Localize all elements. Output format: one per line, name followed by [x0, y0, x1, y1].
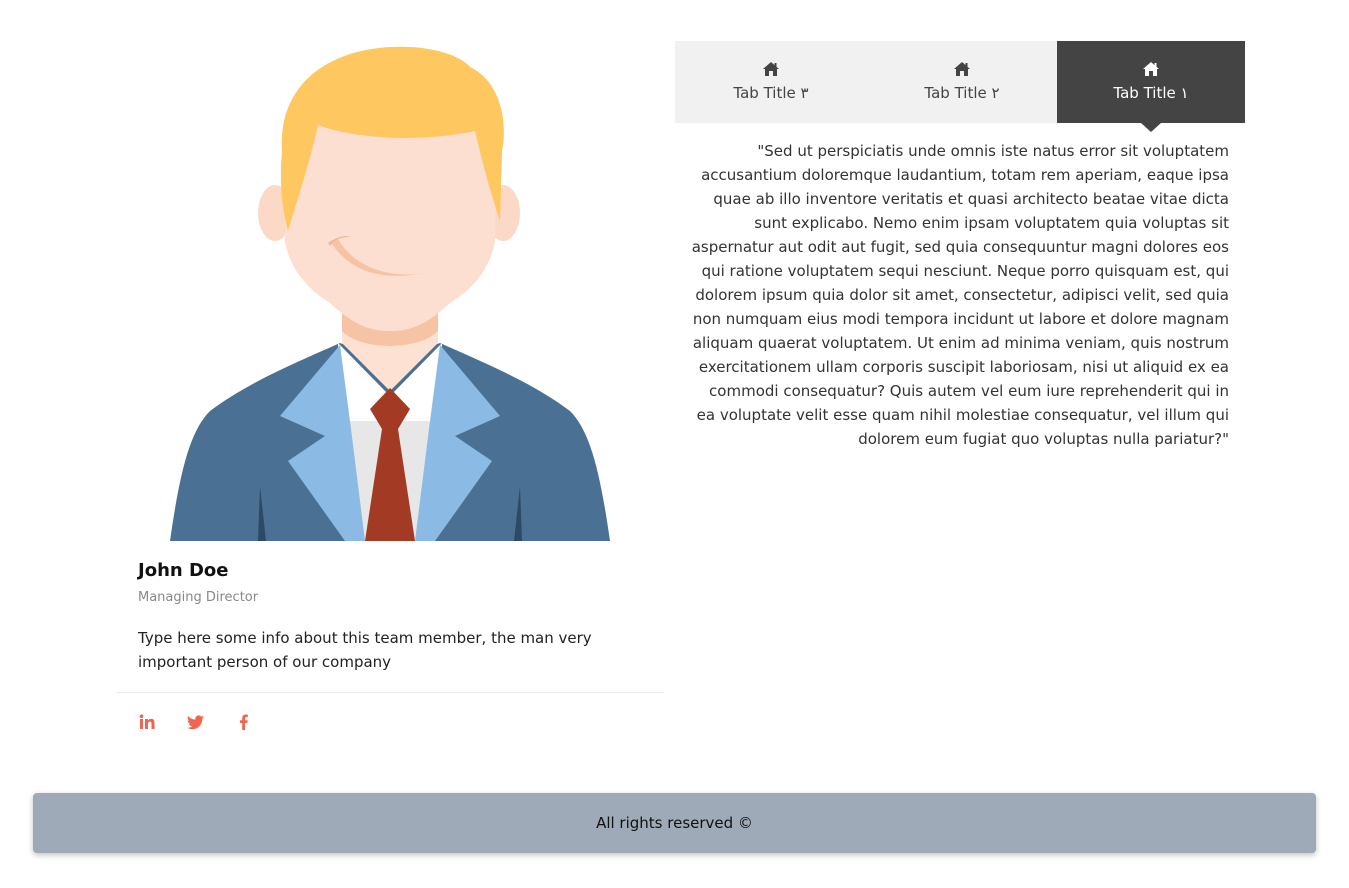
card-divider — [116, 692, 664, 693]
footer: All rights reserved © — [33, 793, 1316, 853]
tab-content: "Sed ut perspiciatis unde omnis iste nat… — [691, 142, 1229, 448]
businessman-avatar-icon — [170, 46, 610, 541]
twitter-icon[interactable] — [186, 713, 204, 731]
social-links — [138, 713, 664, 731]
member-info: Type here some info about this team memb… — [138, 629, 592, 671]
tabs-widget: Tab Title ۳ Tab Title ۲ Tab Title ۱ "Sed… — [675, 41, 1245, 451]
tab-3[interactable]: Tab Title ۳ — [675, 41, 867, 123]
tab-2[interactable]: Tab Title ۲ — [867, 41, 1057, 123]
linkedin-icon[interactable] — [138, 713, 156, 731]
tab-bar: Tab Title ۳ Tab Title ۲ Tab Title ۱ — [675, 41, 1245, 132]
avatar — [116, 41, 664, 541]
member-role: Managing Director — [138, 590, 259, 605]
tab-1-active[interactable]: Tab Title ۱ — [1057, 41, 1245, 132]
member-name: John Doe — [138, 560, 229, 581]
home-icon — [763, 62, 779, 76]
team-member-card: John Doe Managing Director Type here som… — [116, 41, 664, 731]
facebook-icon[interactable] — [234, 713, 252, 731]
home-icon — [954, 62, 970, 76]
tab-label: Tab Title ۲ — [924, 84, 1000, 102]
footer-text: All rights reserved © — [596, 814, 753, 832]
home-icon — [1143, 62, 1159, 76]
tab-label: Tab Title ۱ — [1113, 84, 1189, 102]
tab-label: Tab Title ۳ — [733, 84, 809, 102]
